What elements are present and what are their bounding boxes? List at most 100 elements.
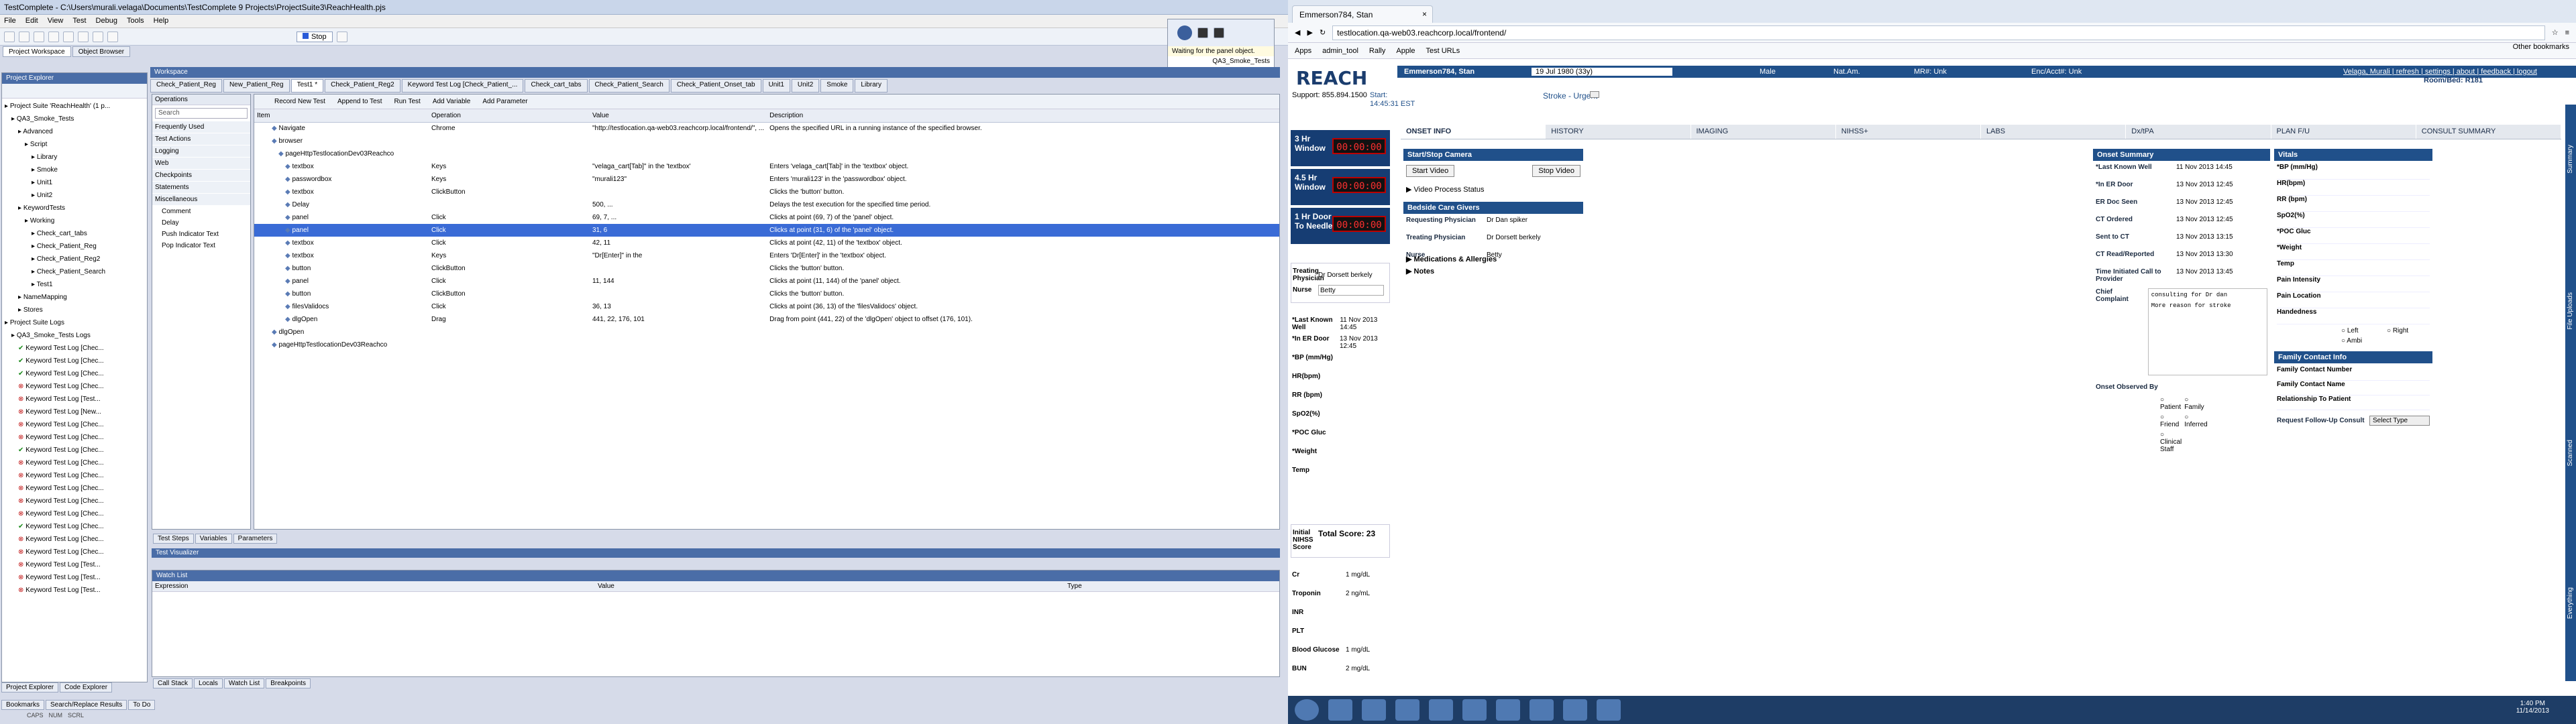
tree-node[interactable]: ▸ NameMapping (5, 291, 144, 304)
document-tab[interactable]: Check_Patient_Reg (150, 79, 222, 93)
tree-node[interactable]: ⊗ Keyword Test Log [Chec... (5, 469, 144, 482)
operation-item[interactable]: Web (152, 158, 250, 170)
user-link[interactable]: refresh | (2396, 68, 2425, 76)
table-row[interactable]: ◆ browser (254, 135, 1279, 147)
operation-item[interactable]: Test Actions (152, 133, 250, 145)
table-row[interactable]: ◆ pageHttpTestlocationDev03Reachco (254, 147, 1279, 160)
observed-option[interactable]: ○ Inferred (2184, 414, 2207, 428)
side-tab[interactable]: Summary (2567, 145, 2574, 174)
table-row[interactable]: ◆ pageHttpTestlocationDev03Reachco (254, 339, 1279, 351)
chrome-icon[interactable] (1395, 699, 1419, 721)
tree-node[interactable]: ▸ Check_Patient_Reg2 (5, 253, 144, 265)
operation-item[interactable]: Frequently Used (152, 121, 250, 133)
tree-node[interactable]: ▸ Unit1 (5, 176, 144, 189)
notes-link[interactable]: ▶ Notes (1406, 267, 1434, 276)
word-icon[interactable] (1529, 699, 1554, 721)
bookmark[interactable]: Test URLs (1426, 47, 1460, 55)
tree-node[interactable]: ✔ Keyword Test Log [Chec... (5, 444, 144, 457)
tree-node[interactable]: ▸ Script (5, 138, 144, 151)
bedside-value[interactable]: Dr Dan spiker (1487, 217, 1527, 226)
tree-node[interactable]: ✔ Keyword Test Log [Chec... (5, 520, 144, 533)
tree-node[interactable]: ▸ Stores (5, 304, 144, 316)
tree-node[interactable]: ⊗ Keyword Test Log [Test... (5, 558, 144, 571)
app-icon[interactable] (1462, 699, 1487, 721)
toolbar-action[interactable]: Run Test (394, 98, 421, 105)
toolbar-action[interactable]: Add Variable (433, 98, 471, 105)
back-icon[interactable]: ◀ (1295, 28, 1300, 37)
tree-node[interactable]: ⊗ Keyword Test Log [Chec... (5, 507, 144, 520)
document-tab[interactable]: Check_Patient_Search (588, 79, 669, 93)
stop-button[interactable]: Stop (297, 31, 333, 42)
operation-item[interactable]: Statements (152, 182, 250, 194)
menu-item-help[interactable]: Help (154, 17, 169, 25)
record-icon[interactable] (107, 31, 118, 42)
vital-field[interactable]: RR (bpm) (2277, 196, 2430, 212)
side-tab[interactable]: File Uploads (2567, 292, 2574, 330)
star-icon[interactable]: ☆ (2552, 28, 2559, 37)
stop-video-button[interactable]: Stop Video (1532, 165, 1580, 177)
operation-item[interactable]: Miscellaneous (152, 194, 250, 206)
family-field[interactable]: Family Contact Number (2277, 366, 2430, 381)
tree-node[interactable]: ⊗ Keyword Test Log [Chec... (5, 418, 144, 431)
document-tab[interactable]: Check_Patient_Reg2 (325, 79, 400, 93)
bedside-value[interactable]: Dr Dorsett berkely (1487, 234, 1541, 243)
document-tab[interactable]: Check_cart_tabs (525, 79, 588, 93)
bookmark[interactable]: admin_tool (1322, 47, 1358, 55)
ie-icon[interactable] (1328, 699, 1352, 721)
observed-option[interactable]: ○ Patient (2160, 396, 2182, 411)
family-field[interactable]: Relationship To Patient (2277, 396, 2430, 410)
handedness-option[interactable]: ○ Ambi (2341, 337, 2384, 345)
vital-field[interactable]: Pain Intensity (2277, 276, 2430, 292)
vital-field[interactable]: Pain Location (2277, 292, 2430, 308)
observed-option[interactable]: ○ Friend (2160, 414, 2182, 428)
document-tab[interactable]: Smoke (820, 79, 854, 93)
table-row[interactable]: ◆ panel Click 11, 144 Clicks at point (11, … (254, 275, 1279, 288)
onset-value[interactable]: 13 Nov 2013 13:30 (2176, 251, 2233, 260)
bookmark[interactable]: Rally (1369, 47, 1385, 55)
tree-node[interactable]: ⊗ Keyword Test Log [Chec... (5, 482, 144, 495)
tab-labs[interactable]: LABS (1981, 125, 2127, 139)
debug-tab[interactable]: Call Stack (153, 678, 193, 688)
user-link[interactable]: about | (2457, 68, 2481, 76)
document-tab[interactable]: Check_Patient_Onset_tab (670, 79, 761, 93)
document-tab[interactable]: Library (855, 79, 888, 93)
tree-node[interactable]: ⊗ Keyword Test Log [Test... (5, 584, 144, 597)
new-icon[interactable] (4, 31, 15, 42)
gear-icon[interactable] (1177, 25, 1192, 40)
nurse-input[interactable]: Betty (1318, 285, 1384, 296)
tab-dx-tpa[interactable]: Dx/tPA (2126, 125, 2271, 139)
observed-option[interactable]: ○ Family (2184, 396, 2207, 411)
table-row[interactable]: ◆ textbox Click 42, 11 Clicks at point (42,… (254, 237, 1279, 249)
observed-option[interactable]: ○ Clinical Staff (2160, 431, 2182, 453)
browser-tab[interactable]: Emmerson784, Stan × (1292, 5, 1433, 23)
table-row[interactable]: ◆ Navigate Chrome "http://testlocation.qa-… (254, 122, 1279, 135)
open-icon[interactable] (19, 31, 30, 42)
editor-tab[interactable]: Parameters (233, 534, 278, 544)
bookmark[interactable]: Apps (1295, 47, 1311, 55)
menu-item-debug[interactable]: Debug (96, 17, 117, 25)
meds-link[interactable]: ▶ Medications & Allergies (1406, 255, 1497, 263)
operation-item[interactable]: Push Indicator Text (152, 229, 250, 240)
cut-icon[interactable] (48, 31, 59, 42)
table-row[interactable]: ◆ button ClickButton Clicks the 'button' b… (254, 288, 1279, 300)
vital-field[interactable]: Temp (2277, 260, 2430, 276)
operation-item[interactable]: Delay (152, 217, 250, 229)
operation-item[interactable]: Comment (152, 206, 250, 217)
toolbar-action[interactable]: Record New Test (274, 98, 325, 105)
user-link[interactable]: Velaga, Murali | (2343, 68, 2396, 76)
tree-node[interactable]: ✔ Keyword Test Log [Chec... (5, 355, 144, 367)
user-link[interactable]: feedback | (2481, 68, 2517, 76)
chief-complaint-textarea[interactable]: consulting for Dr dan More reason for st… (2147, 288, 2267, 375)
tab-consult-summary[interactable]: CONSULT SUMMARY (2416, 125, 2561, 139)
testcomplete-icon[interactable] (1496, 699, 1520, 721)
menu-item-tools[interactable]: Tools (127, 17, 144, 25)
handedness-option[interactable]: ○ Left (2341, 327, 2384, 335)
run-icon[interactable] (93, 31, 103, 42)
side-tab[interactable]: Scanned (2567, 440, 2574, 466)
vital-field[interactable]: *POC Gluc (2277, 228, 2430, 244)
menu-item-file[interactable]: File (4, 17, 16, 25)
panel-tab[interactable]: Project Workspace (3, 46, 71, 57)
status-tab[interactable]: Bookmarks (1, 700, 45, 710)
table-row[interactable]: ◆ dlgOpen Drag 441, 22, 176, 101 Drag from … (254, 313, 1279, 326)
table-row[interactable]: ◆ textbox ClickButton Clicks the 'button' … (254, 186, 1279, 198)
